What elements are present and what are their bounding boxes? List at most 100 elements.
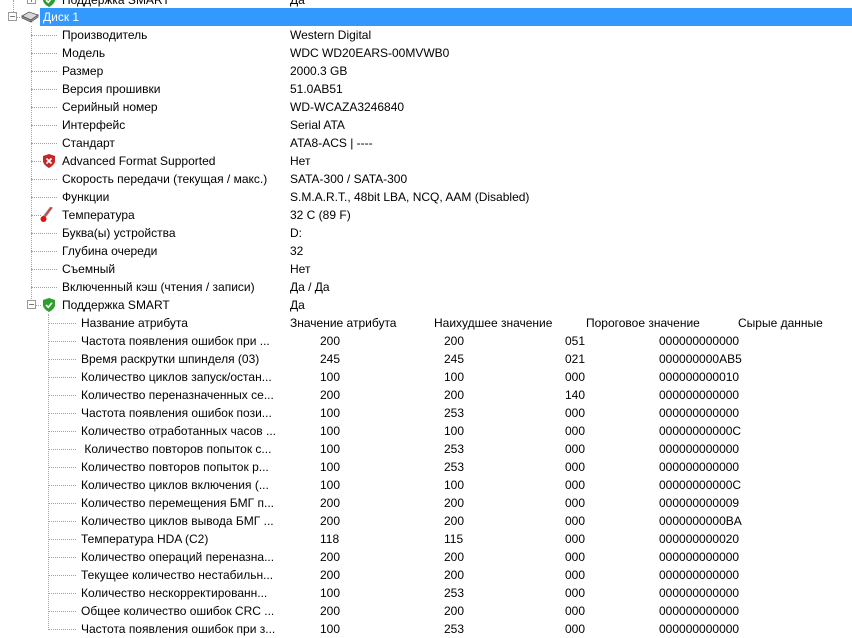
smart-attribute-threshold: 051 [565,334,586,348]
property-row[interactable]: Advanced Format Supported Нет [0,152,852,170]
smart-attribute-name: Частота появления ошибок при з... [81,622,276,636]
smart-attribute-row[interactable]: Время раскрутки шпинделя (03) 245 245 021 00… [0,350,852,368]
smart-attribute-threshold: 000 [565,550,586,564]
property-value: 32 [290,244,304,258]
smart-attribute-row[interactable]: Частота появления ошибок при ... 200 200 05… [0,332,852,350]
tree-guide-line [48,539,76,540]
smart-attribute-raw: 00000000000C [659,478,742,492]
tree-guide-line [48,521,76,522]
smart-attribute-name: Количество повторов попыток с... [81,442,272,456]
tree-guide-line [31,125,57,126]
smart-attribute-raw: 000000000000 [659,460,740,474]
tree-guide-line [31,251,57,252]
smart-attribute-row[interactable]: Общее количество ошибок CRC ... 200 200 000… [0,602,852,620]
property-row[interactable]: Стандарт ATA8-ACS | ---- [0,134,852,152]
smart-attribute-value: 200 [320,550,341,564]
smart-attribute-row[interactable]: Количество операций переназна... 200 200 00… [0,548,852,566]
property-row[interactable]: Версия прошивки 51.0AB51 [0,80,852,98]
property-value: WD-WCAZA3246840 [290,100,405,114]
tree-guide-line [31,269,57,270]
smart-attribute-worst: 100 [444,478,465,492]
smart-attribute-raw: 000000000000 [659,442,740,456]
property-value: 2000.3 GB [290,64,348,78]
tree-guide-line [48,557,76,558]
property-value: D: [290,226,302,240]
smart-header-raw: Сырые данные [738,316,823,330]
smart-attribute-row[interactable]: Количество циклов включения (... 100 100 00… [0,476,852,494]
device-tree: + Поддержка SMART Да Диск 1 − Производит… [0,0,852,638]
smart-attribute-name: Количество циклов включения (... [81,478,269,492]
smart-attribute-row[interactable]: Температура HDA (C2) 118 115 000 00000000002… [0,530,852,548]
tree-guide-line [48,449,76,450]
smart-attribute-row[interactable]: Количество повторов попыток с... 100 253 00… [0,440,852,458]
property-row[interactable]: − Поддержка SMART Да [0,296,852,314]
smart-attribute-name: Текущее количество нестабильн... [81,568,274,582]
smart-attribute-value: 200 [320,514,341,528]
property-row[interactable]: Серийный номер WD-WCAZA3246840 [0,98,852,116]
smart-attribute-worst: 200 [444,550,465,564]
smart-attribute-name: Количество переназначенных се... [81,388,274,402]
smart-attribute-raw: 0000000000BA [659,514,742,528]
smart-attribute-row[interactable]: Количество нескорректированн... 100 253 000… [0,584,852,602]
smart-attribute-threshold: 000 [565,514,586,528]
smart-attribute-worst: 200 [444,496,465,510]
property-value: 51.0AB51 [290,82,343,96]
property-label: Модель [62,46,106,60]
smart-attribute-row[interactable]: Количество повторов попыток р... 100 253 00… [0,458,852,476]
property-row[interactable]: Размер 2000.3 GB [0,62,852,80]
smart-attribute-row[interactable]: Количество циклов вывода БМГ ... 200 200 00… [0,512,852,530]
smart-attribute-worst: 100 [444,370,465,384]
tree-node-disk-1[interactable]: Диск 1 [40,8,852,26]
property-row[interactable]: Съемный Нет [0,260,852,278]
smart-attribute-raw: 000000000000 [659,388,740,402]
smart-attribute-row[interactable]: Частота появления ошибок при з... 100 253 0… [0,620,852,638]
smart-header-name: Название атрибута [81,316,188,330]
smart-attribute-threshold: 000 [565,424,586,438]
smart-attribute-row[interactable]: Частота появления ошибок пози... 100 253 00… [0,404,852,422]
tree-guide-line [48,611,76,612]
property-label: Съемный [62,262,116,276]
smart-attribute-value: 200 [320,388,341,402]
expand-toggle-icon[interactable]: + [27,0,36,4]
smart-attribute-worst: 253 [444,406,465,420]
property-value: SATA-300 / SATA-300 [290,172,408,186]
smart-header-threshold: Пороговое значение [586,316,700,330]
smart-attribute-threshold: 000 [565,532,586,546]
property-row[interactable]: Интерфейс Serial ATA [0,116,852,134]
smart-attribute-row[interactable]: Количество циклов запуск/остан... 100 100 0… [0,368,852,386]
collapse-toggle-icon[interactable]: − [27,300,36,309]
property-row[interactable]: Температура 32 C (89 F) [0,206,852,224]
property-row[interactable]: Производитель Western Digital [0,26,852,44]
property-label: Интерфейс [62,118,126,132]
smart-attribute-row[interactable]: Количество переназначенных се... 200 200 14… [0,386,852,404]
property-row[interactable]: Модель WDC WD20EARS-00MVWB0 [0,44,852,62]
smart-attribute-threshold: 000 [565,568,586,582]
shield-red-x-icon [43,154,55,168]
smart-attribute-raw: 00000000000C [659,424,742,438]
property-row[interactable]: Буква(ы) устройства D: [0,224,852,242]
property-label: Функции [62,190,110,204]
smart-attribute-row[interactable]: Количество перемещения БМГ п... 200 200 000… [0,494,852,512]
smart-attribute-raw: 000000000009 [659,496,740,510]
smart-attribute-worst: 253 [444,442,465,456]
smart-attribute-raw: 000000000000 [659,586,740,600]
collapse-toggle-icon[interactable]: − [8,12,17,21]
property-row[interactable]: Функции S.M.A.R.T., 48bit LBA, NCQ, AAM (… [0,188,852,206]
smart-attribute-name: Количество операций переназна... [81,550,275,564]
property-row[interactable]: Глубина очереди 32 [0,242,852,260]
tree-guide-line [31,35,57,36]
tree-guide-line [48,431,76,432]
smart-attribute-threshold: 140 [565,388,586,402]
smart-attribute-worst: 115 [444,532,464,546]
smart-attribute-row[interactable]: Текущее количество нестабильн... 200 200 00… [0,566,852,584]
smart-attribute-raw: 000000000AB5 [659,352,742,366]
smart-attribute-threshold: 000 [565,406,586,420]
smart-attribute-threshold: 000 [565,604,586,618]
tree-guide-line [31,53,57,54]
smart-attribute-worst: 253 [444,460,465,474]
property-label: Производитель [62,28,148,42]
smart-attribute-row[interactable]: Количество отработанных часов ... 100 100 0… [0,422,852,440]
property-row[interactable]: Включенный кэш (чтения / записи) Да / Да [0,278,852,296]
tree-guide-line [48,485,76,486]
property-row[interactable]: Скорость передачи (текущая / макс.) SATA-… [0,170,852,188]
